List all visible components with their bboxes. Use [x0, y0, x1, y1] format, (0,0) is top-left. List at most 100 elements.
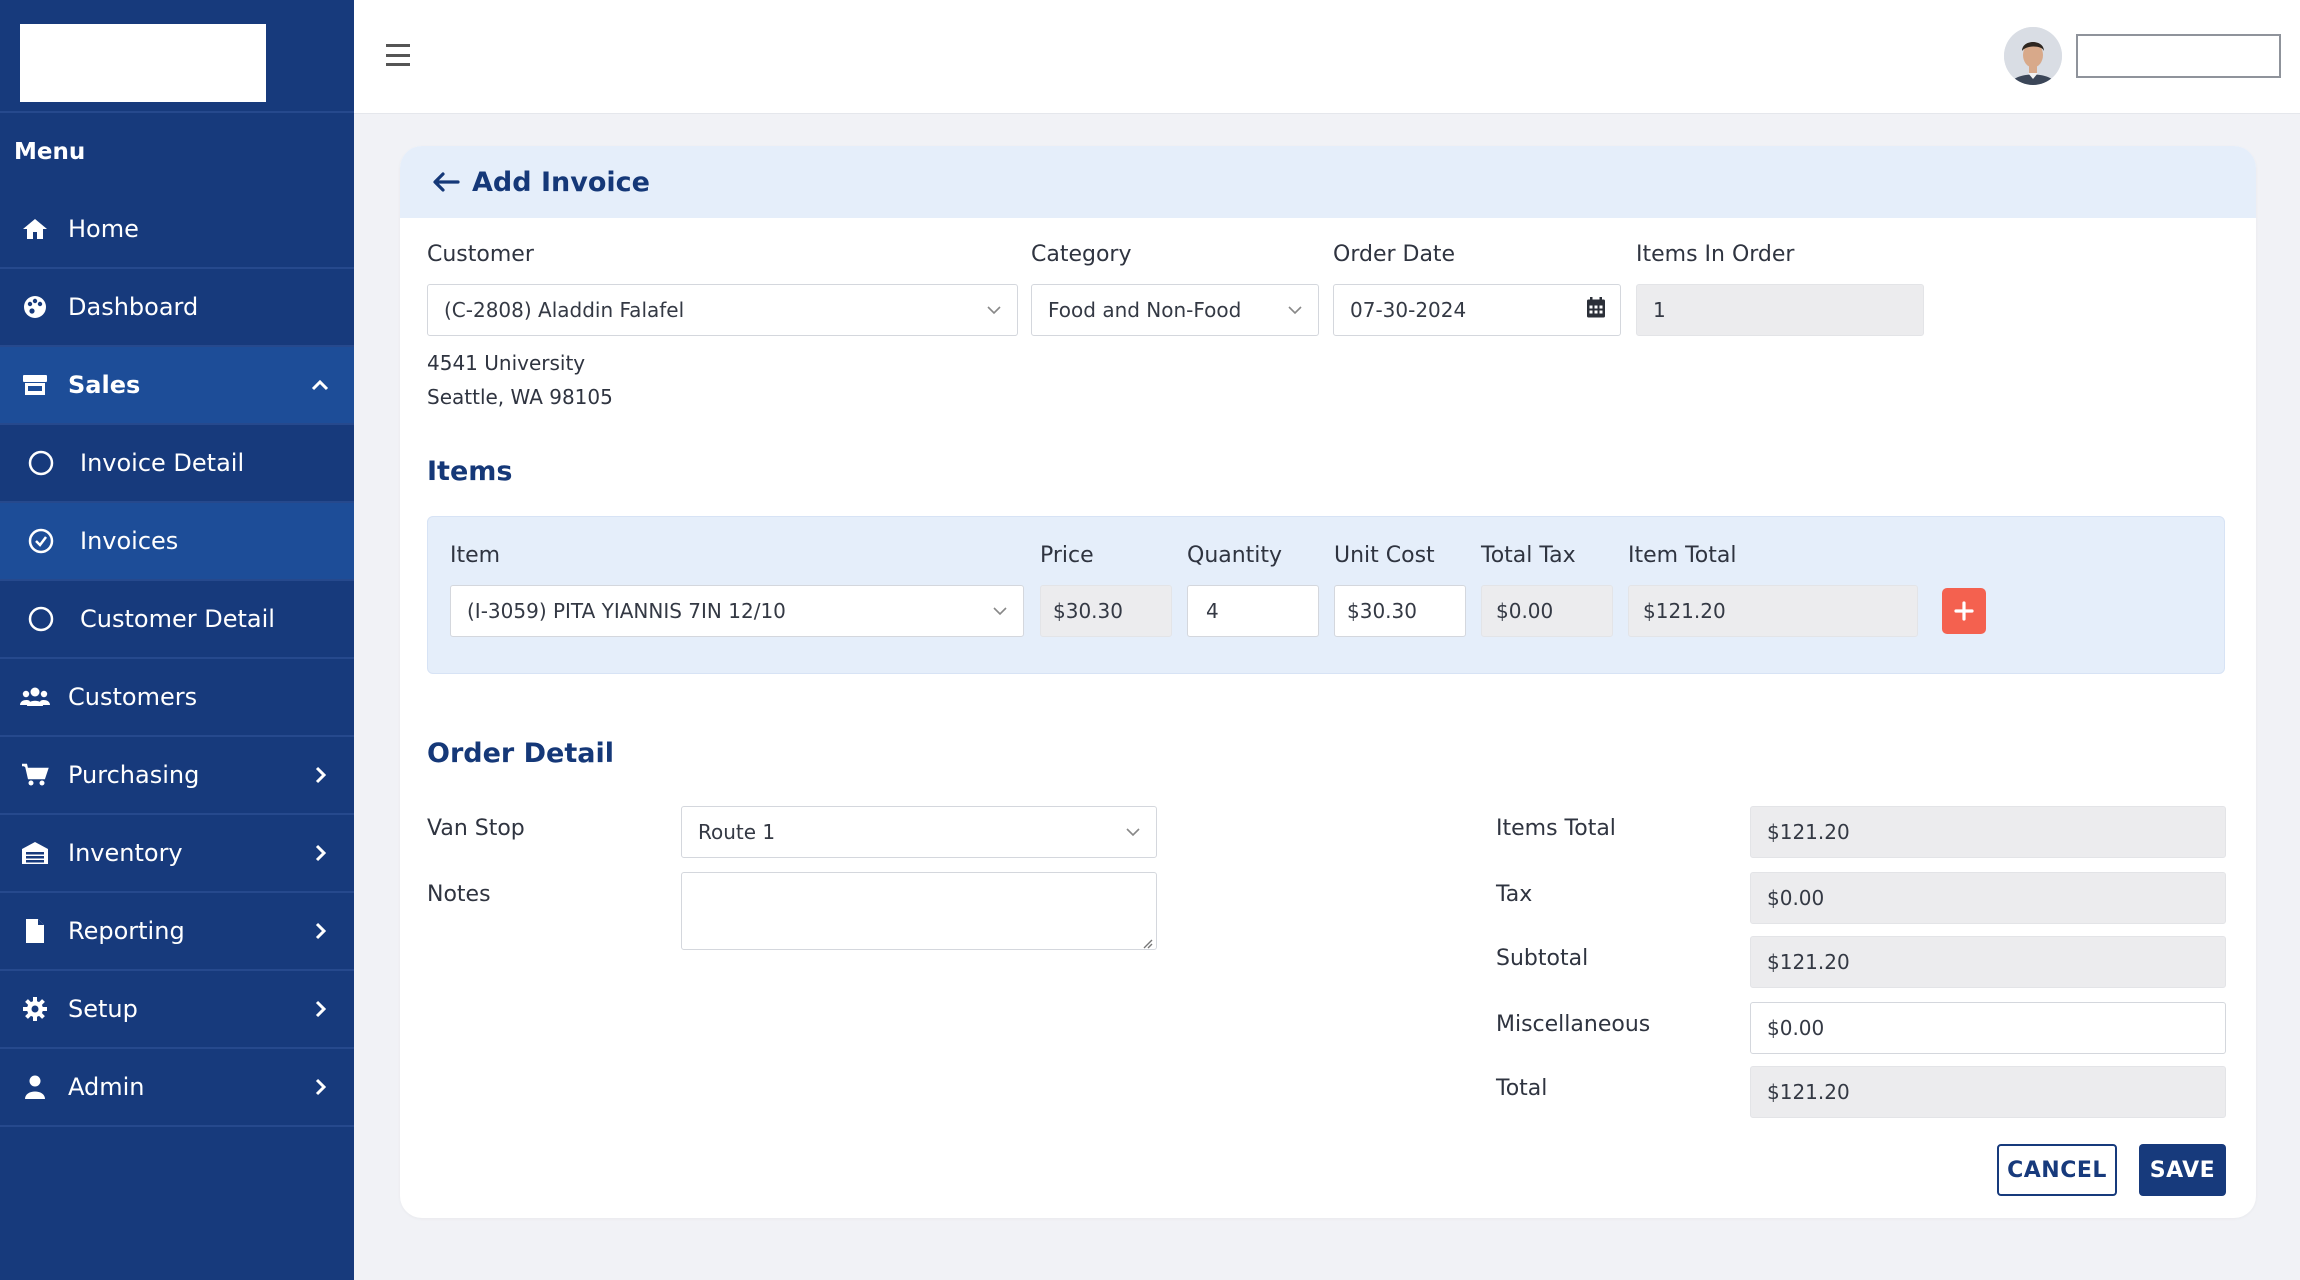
card-header: Add Invoice: [400, 146, 2256, 218]
sidebar: Menu Home Dashboard Sales Invoice Detail…: [0, 0, 354, 1280]
total-tax-field: $0.00: [1481, 585, 1613, 637]
van-stop-value: Route 1: [698, 820, 776, 844]
items-in-order-field: 1: [1636, 284, 1924, 336]
sidebar-item-label: Home: [68, 215, 139, 243]
chevron-down-icon: [987, 303, 1001, 317]
column-header-item: Item: [450, 543, 501, 568]
items-section-title: Items: [427, 456, 513, 487]
sidebar-item-label: Admin: [68, 1073, 145, 1101]
miscellaneous-input[interactable]: $0.00: [1750, 1002, 2226, 1054]
category-value: Food and Non-Food: [1048, 298, 1242, 322]
chevron-right-icon: [310, 1077, 330, 1097]
chevron-right-icon: [310, 999, 330, 1019]
column-header-quantity: Quantity: [1187, 543, 1283, 568]
address-line-1: 4541 University: [427, 351, 586, 375]
total-field: $121.20: [1750, 1066, 2226, 1118]
tax-value: $0.00: [1767, 886, 1825, 910]
customer-address: 4541 University Seattle, WA 98105: [427, 346, 613, 414]
sidebar-item-customer-detail[interactable]: Customer Detail: [0, 581, 354, 659]
sidebar-item-invoices[interactable]: Invoices: [0, 503, 354, 581]
category-select[interactable]: Food and Non-Food: [1031, 284, 1319, 336]
item-total-field: $121.20: [1628, 585, 1918, 637]
chevron-down-icon: [1288, 303, 1302, 317]
resize-handle-icon[interactable]: [1141, 934, 1153, 949]
hamburger-menu-icon[interactable]: [386, 44, 410, 66]
total-tax-value: $0.00: [1496, 599, 1554, 623]
top-bar: [354, 0, 2300, 114]
column-header-item-total: Item Total: [1628, 543, 1737, 568]
menu-heading: Menu: [14, 139, 86, 165]
gear-icon: [20, 994, 50, 1024]
quantity-input[interactable]: 4: [1187, 585, 1319, 637]
van-stop-select[interactable]: Route 1: [681, 806, 1157, 858]
circle-icon: [26, 448, 56, 478]
sidebar-item-setup[interactable]: Setup: [0, 971, 354, 1049]
sidebar-item-sales[interactable]: Sales: [0, 347, 354, 425]
chevron-right-icon: [310, 921, 330, 941]
chevron-right-icon: [310, 843, 330, 863]
cart-icon: [20, 760, 50, 790]
chevron-up-icon: [310, 375, 330, 395]
sidebar-nav: Home Dashboard Sales Invoice Detail Invo…: [0, 191, 354, 1127]
total-value: $121.20: [1767, 1080, 1850, 1104]
sidebar-item-dashboard[interactable]: Dashboard: [0, 269, 354, 347]
price-value: $30.30: [1053, 599, 1123, 623]
item-select[interactable]: (I-3059) PITA YIANNIS 7IN 12/10: [450, 585, 1024, 637]
items-panel: Item Price Quantity Unit Cost Total Tax …: [427, 516, 2225, 674]
items-total-value: $121.20: [1767, 820, 1850, 844]
miscellaneous-label: Miscellaneous: [1496, 1012, 1651, 1037]
sidebar-item-purchasing[interactable]: Purchasing: [0, 737, 354, 815]
items-in-order-value: 1: [1653, 298, 1666, 322]
sidebar-item-label: Invoice Detail: [80, 449, 245, 477]
item-total-value: $121.20: [1643, 599, 1726, 623]
users-icon: [20, 682, 50, 712]
sidebar-item-customers[interactable]: Customers: [0, 659, 354, 737]
sidebar-item-invoice-detail[interactable]: Invoice Detail: [0, 425, 354, 503]
sidebar-item-admin[interactable]: Admin: [0, 1049, 354, 1127]
page-title: Add Invoice: [472, 166, 650, 198]
items-total-field: $121.20: [1750, 806, 2226, 858]
sidebar-item-reporting[interactable]: Reporting: [0, 893, 354, 971]
customer-value: (C-2808) Aladdin Falafel: [444, 298, 685, 322]
column-header-price: Price: [1040, 543, 1094, 568]
sidebar-item-label: Sales: [68, 371, 141, 399]
order-detail-section-title: Order Detail: [427, 738, 614, 769]
subtotal-label: Subtotal: [1496, 946, 1589, 971]
van-stop-label: Van Stop: [427, 816, 525, 841]
total-label: Total: [1496, 1076, 1548, 1101]
tax-field: $0.00: [1750, 872, 2226, 924]
customer-label: Customer: [427, 242, 534, 267]
calendar-icon[interactable]: [1586, 297, 1606, 324]
sidebar-item-label: Purchasing: [68, 761, 200, 789]
user-search-input[interactable]: [2076, 34, 2281, 78]
back-arrow-icon[interactable]: [432, 168, 460, 196]
sidebar-item-home[interactable]: Home: [0, 191, 354, 269]
user-icon: [20, 1072, 50, 1102]
sidebar-item-label: Invoices: [80, 527, 179, 555]
order-date-input[interactable]: 07-30-2024: [1333, 284, 1621, 336]
avatar[interactable]: [2004, 27, 2062, 85]
add-invoice-card: Add Invoice Customer (C-2808) Aladdin Fa…: [400, 146, 2256, 1218]
sidebar-item-label: Dashboard: [68, 293, 199, 321]
divider: [0, 111, 354, 113]
miscellaneous-value: $0.00: [1767, 1016, 1825, 1040]
plus-icon: [1954, 601, 1974, 621]
palette-icon: [20, 292, 50, 322]
cancel-button[interactable]: CANCEL: [1997, 1144, 2117, 1196]
chevron-down-icon: [1126, 825, 1140, 839]
category-label: Category: [1031, 242, 1132, 267]
order-date-label: Order Date: [1333, 242, 1456, 267]
subtotal-field: $121.20: [1750, 936, 2226, 988]
column-header-total-tax: Total Tax: [1481, 543, 1576, 568]
store-icon: [20, 370, 50, 400]
circle-icon: [26, 604, 56, 634]
unit-cost-input[interactable]: $30.30: [1334, 585, 1466, 637]
notes-textarea[interactable]: [681, 872, 1157, 950]
sidebar-item-inventory[interactable]: Inventory: [0, 815, 354, 893]
add-item-button[interactable]: [1942, 588, 1986, 634]
item-value: (I-3059) PITA YIANNIS 7IN 12/10: [467, 599, 786, 623]
customer-select[interactable]: (C-2808) Aladdin Falafel: [427, 284, 1018, 336]
check-circle-icon: [26, 526, 56, 556]
chevron-right-icon: [310, 765, 330, 785]
save-button[interactable]: SAVE: [2139, 1144, 2226, 1196]
